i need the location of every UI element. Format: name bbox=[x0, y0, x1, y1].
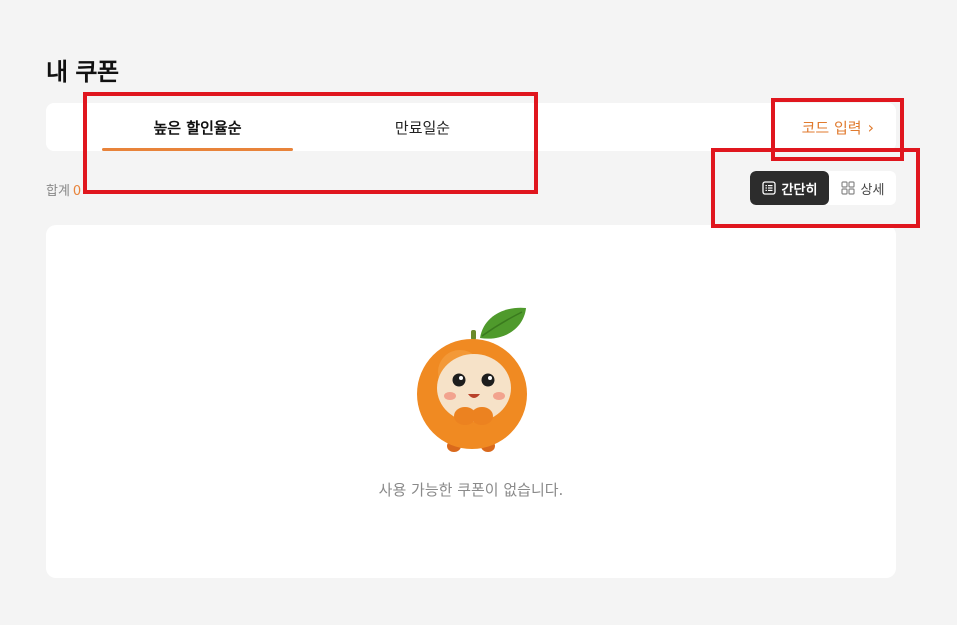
code-entry-button[interactable]: 코드 입력 › bbox=[802, 103, 874, 151]
view-detail-label: 상세 bbox=[860, 182, 885, 198]
grid-icon bbox=[840, 181, 855, 195]
coupon-list-panel: 사용 가능한 쿠폰이 없습니다. bbox=[46, 225, 896, 578]
tab-highest-discount[interactable]: 높은 할인율순 bbox=[102, 103, 293, 151]
chevron-right-icon: › bbox=[867, 117, 874, 137]
sort-tab-bar: 높은 할인율순 만료일순 코드 입력 › bbox=[46, 103, 896, 151]
total-count: 합계 0 bbox=[46, 180, 81, 199]
view-simple-button[interactable]: 간단히 bbox=[750, 171, 829, 205]
list-icon bbox=[761, 181, 776, 195]
total-count-value: 0 bbox=[72, 184, 82, 199]
view-mode-toggle: 간단히 상세 bbox=[750, 171, 896, 205]
empty-state-message: 사용 가능한 쿠폰이 없습니다. bbox=[378, 481, 564, 499]
page-title: 내 쿠폰 bbox=[46, 58, 119, 86]
view-simple-label: 간단히 bbox=[781, 182, 818, 198]
view-detail-button[interactable]: 상세 bbox=[829, 171, 896, 205]
orange-mascot-illustration bbox=[417, 307, 527, 452]
tab-expiry-date[interactable]: 만료일순 bbox=[327, 103, 518, 151]
code-entry-label: 코드 입력 bbox=[801, 118, 862, 137]
total-label: 합계 bbox=[46, 184, 70, 199]
